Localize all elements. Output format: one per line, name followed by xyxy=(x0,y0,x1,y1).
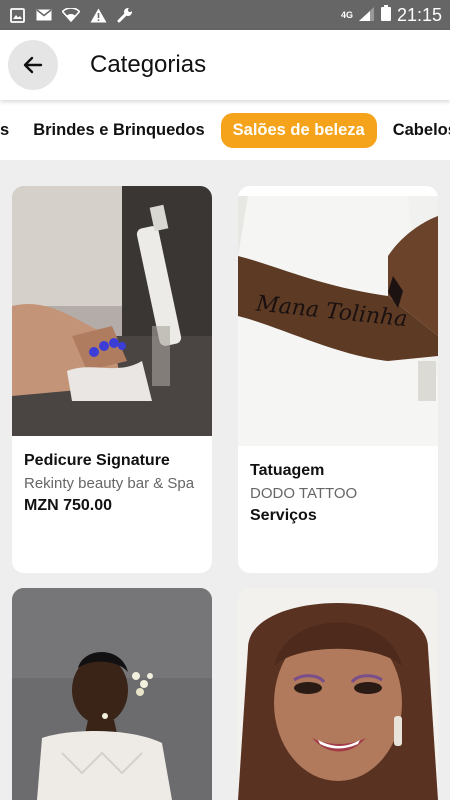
product-price: Serviços xyxy=(250,507,317,524)
status-bar: 4G 21:15 xyxy=(0,0,450,30)
product-card[interactable] xyxy=(238,588,438,800)
product-image-makeup xyxy=(238,588,438,800)
product-card[interactable] xyxy=(12,588,212,800)
system-status: 4G 21:15 xyxy=(340,4,442,26)
network-type: 4G xyxy=(340,10,353,20)
battery-icon xyxy=(380,4,391,26)
product-image-bridal xyxy=(12,588,212,800)
tab-cabelos[interactable]: Cabelos xyxy=(381,113,450,148)
vendor-name: DODO TATTOO xyxy=(250,485,358,502)
product-title: Pedicure Signature xyxy=(24,452,170,469)
product-image-tattoo: Mana Tolinha xyxy=(238,196,438,446)
wrench-icon xyxy=(116,7,134,23)
wifi-icon xyxy=(62,7,80,23)
product-price: MZN 750.00 xyxy=(24,497,113,514)
category-tabs[interactable]: s Brindes e Brinquedos Salões de beleza … xyxy=(0,100,450,160)
app-bar: Categorias xyxy=(0,30,450,100)
page-title: Categorias xyxy=(90,51,207,78)
card-body: Pedicure Signature Rekinty beauty bar & … xyxy=(12,436,212,531)
back-button[interactable] xyxy=(8,40,58,90)
clock: 21:15 xyxy=(396,4,442,25)
arrow-left-icon xyxy=(23,56,43,74)
tab-saloes-de-beleza[interactable]: Salões de beleza xyxy=(220,112,377,148)
tab-brindes-e-brinquedos[interactable]: Brindes e Brinquedos xyxy=(21,113,216,148)
product-card[interactable]: Pedicure Signature Rekinty beauty bar & … xyxy=(12,186,212,573)
card-body: Tatuagem DODO TATTOO Serviços xyxy=(238,446,438,541)
product-title: Tatuagem xyxy=(250,462,325,479)
warning-icon xyxy=(89,7,107,23)
product-card[interactable]: Mana Tolinha Tatuagem DODO TATTOO Serviç… xyxy=(238,186,438,573)
vendor-name: Rekinty beauty bar & Spa xyxy=(24,475,195,492)
mail-icon xyxy=(35,7,53,23)
product-image-pedicure xyxy=(12,186,212,436)
image-icon xyxy=(8,7,26,23)
signal-icon xyxy=(358,5,375,26)
tab-category-partial[interactable]: s xyxy=(0,113,21,148)
notification-icons xyxy=(8,7,134,23)
